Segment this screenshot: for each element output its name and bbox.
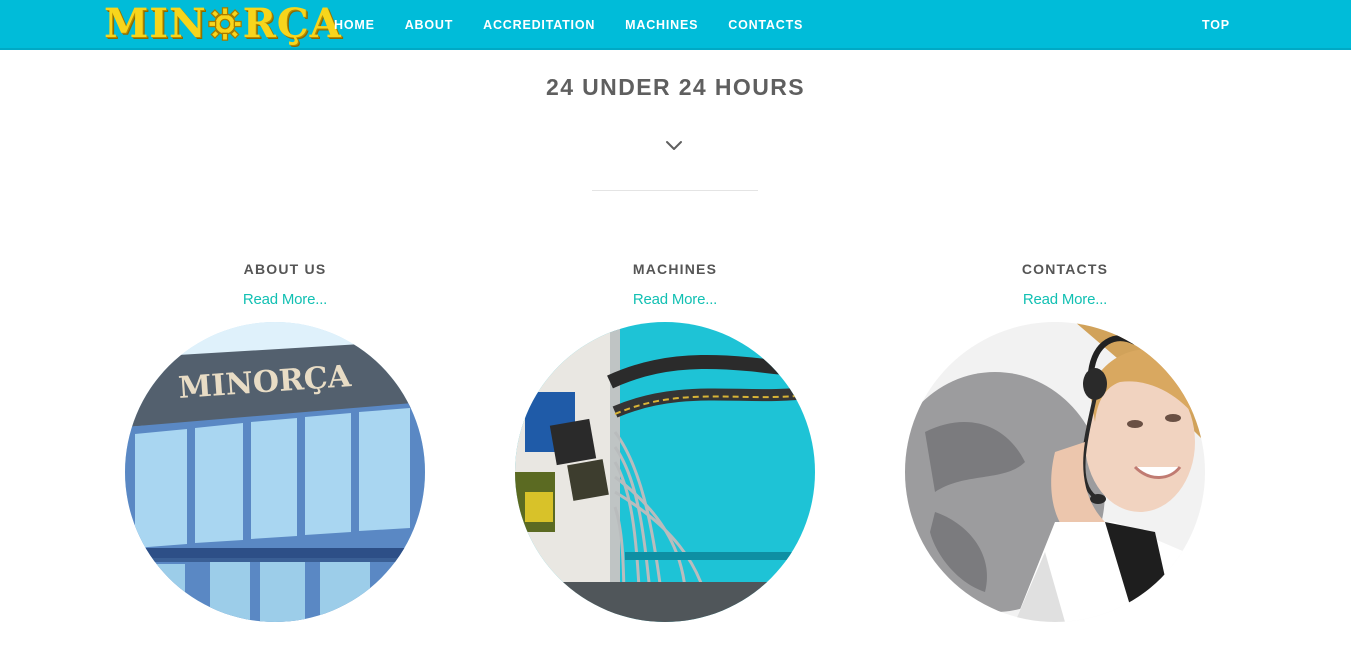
minorca-logo[interactable]: MIN RÇA [104,2,342,46]
nav-top[interactable]: TOP [1202,0,1230,50]
nav-home[interactable]: HOME [334,18,375,32]
chevron-down-icon[interactable] [664,138,684,154]
read-more-link[interactable]: Read More... [1023,291,1108,308]
card-about-us: ABOUT US Read More... [125,258,445,309]
logo-text-right: RÇA [242,0,342,47]
nav-accreditation[interactable]: ACCREDITATION [483,18,595,32]
machine-wiring-image[interactable] [515,322,815,622]
top-navigation-bar: MIN RÇA HOME ABOUT ACCREDITATION MACHINE… [0,0,1351,50]
card-title: ABOUT US [243,261,327,277]
card-title: CONTACTS [1021,261,1109,277]
card-machines: MACHINES Read More... [515,258,835,309]
page-headline: 24 UNDER 24 HOURS [546,74,805,100]
main-nav: HOME ABOUT ACCREDITATION MACHINES CONTAC… [334,0,833,50]
nav-machines[interactable]: MACHINES [625,18,698,32]
gear-icon [207,7,242,41]
nav-contacts[interactable]: CONTACTS [728,18,803,32]
building-facade-image[interactable]: MINORÇA [125,322,425,622]
card-title: MACHINES [632,261,718,277]
section-divider [592,190,758,191]
card-contacts: CONTACTS Read More... [905,258,1225,309]
read-more-link[interactable]: Read More... [243,291,328,308]
support-operator-image[interactable] [905,322,1205,622]
logo-text-left: MIN [104,0,207,47]
read-more-link[interactable]: Read More... [633,291,718,308]
nav-about[interactable]: ABOUT [405,18,453,32]
